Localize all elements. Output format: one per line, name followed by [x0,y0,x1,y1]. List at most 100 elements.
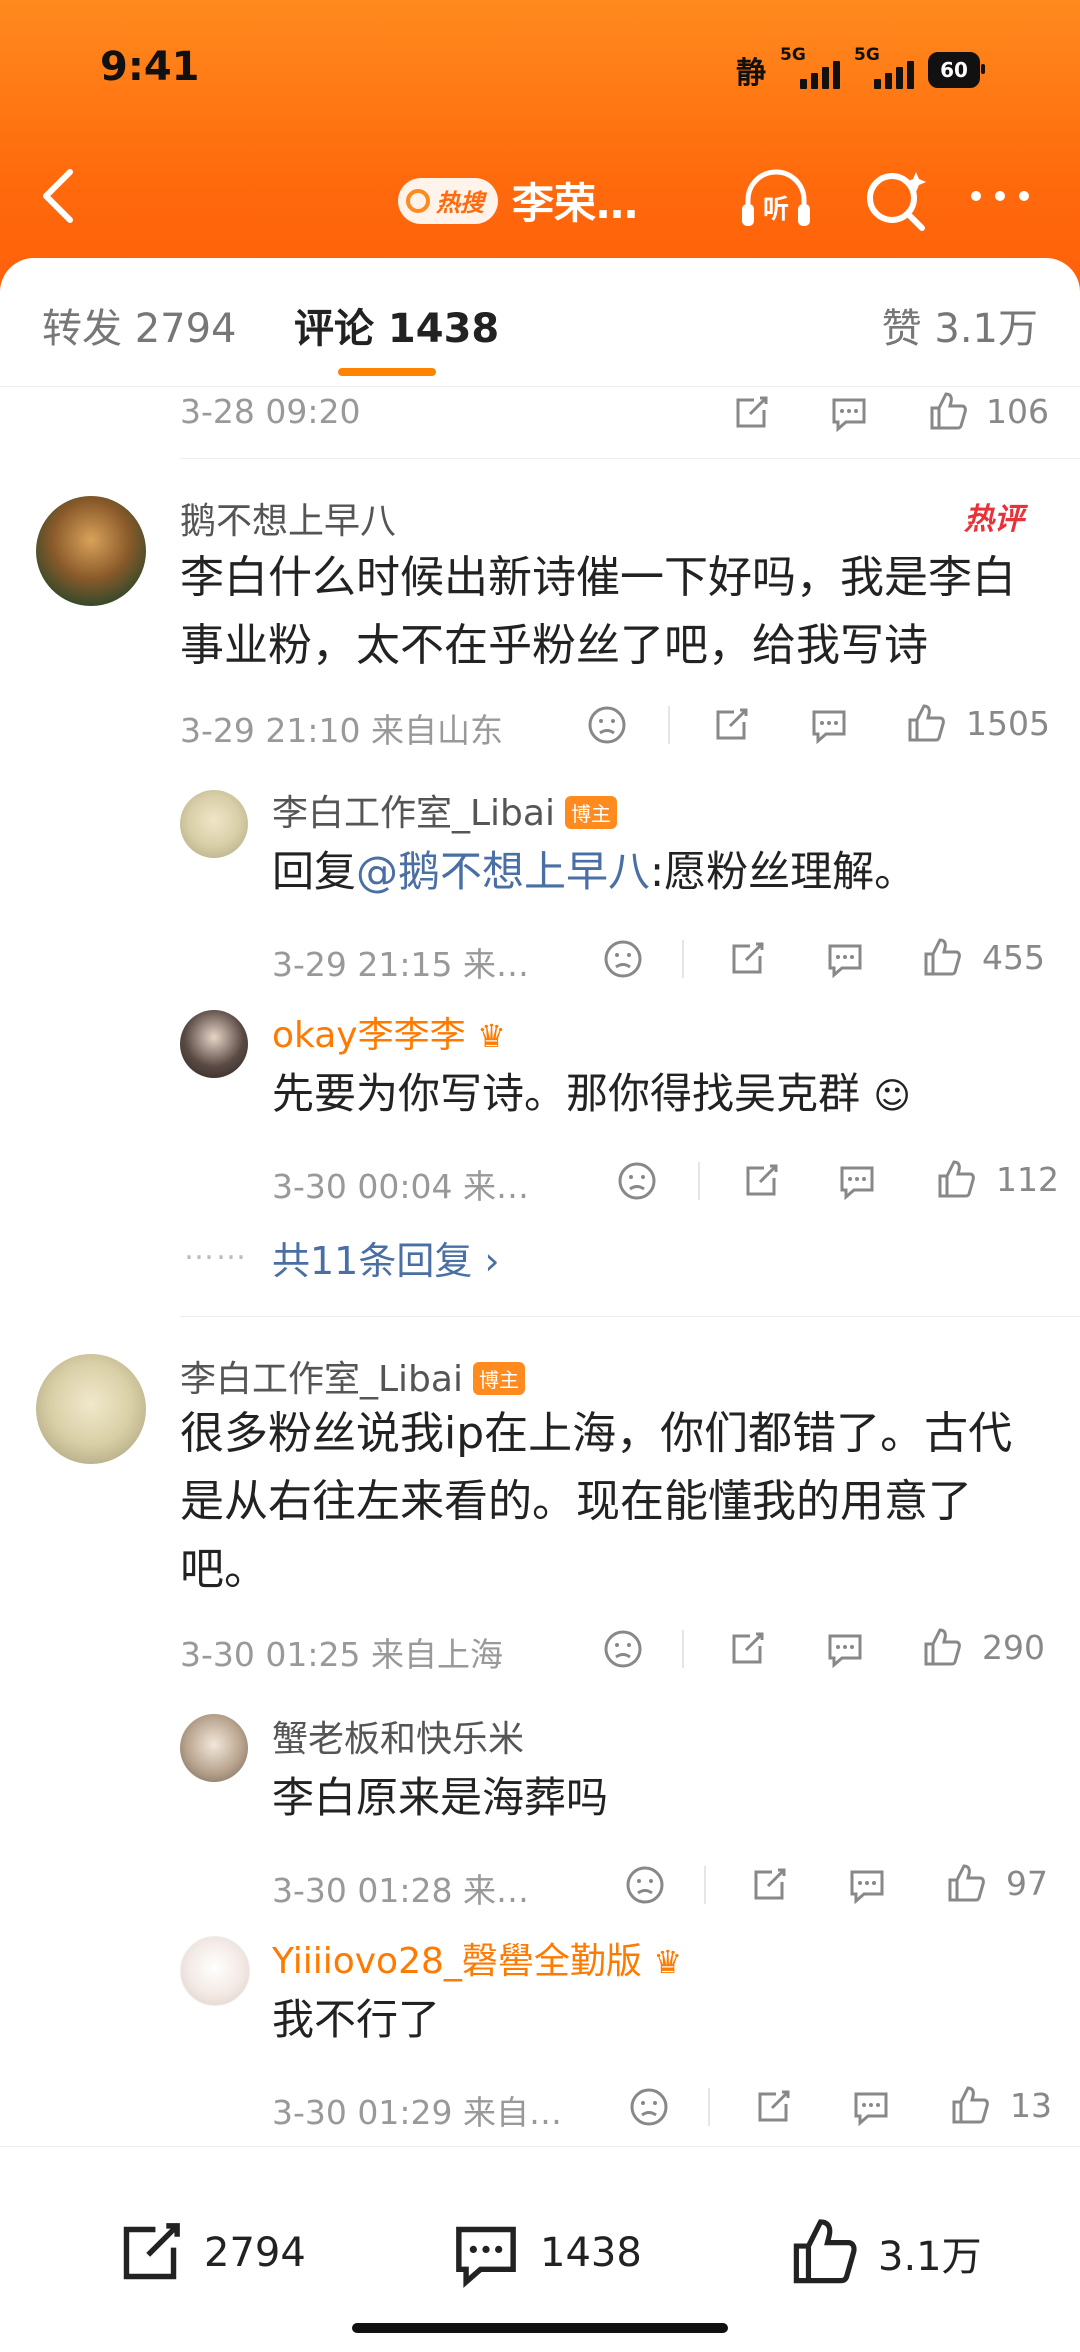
like-count: 455 [982,938,1045,977]
reply-username[interactable]: 蟹老板和快乐米 [272,1710,524,1762]
dislike-face-icon[interactable] [602,1628,644,1670]
comment-time: 3-29 21:10 来自山东 [180,711,503,750]
like-icon[interactable] [944,1862,988,1906]
like-count: 112 [996,1160,1059,1199]
comment-icon[interactable] [846,1864,888,1906]
more-replies-link[interactable]: 共11条回复 › [272,1230,500,1285]
like-button[interactable]: 3.1万 [786,2215,982,2291]
back-arrow-icon[interactable] [38,166,78,226]
avatar[interactable] [180,1936,250,2006]
comment-icon[interactable] [824,938,866,980]
like-icon [793,2219,857,2284]
share-icon [123,2223,180,2280]
share-icon[interactable] [726,938,768,980]
mention-link[interactable]: @鹅不想上早八 [356,847,650,896]
more-dots: …… [184,1232,248,1267]
comment-icon [456,2226,516,2288]
tab-bar: 转发 2794 评论 1438 赞 3.1万 [0,258,1080,387]
divider [180,458,1080,459]
like-count: 106 [986,392,1049,431]
status-icons: 静 5G 5G 60 [736,45,985,92]
separator [708,2088,710,2126]
listen-icon[interactable]: 听 [736,160,816,240]
tab-comments[interactable]: 评论 1438 [294,296,499,354]
more-icon[interactable] [960,160,1040,240]
comment-icon[interactable] [824,1628,866,1670]
like-icon[interactable] [948,2084,992,2128]
like-icon[interactable] [904,702,948,746]
reply-text: 李白原来是海葬吗 [272,1773,609,1822]
tab-likes[interactable]: 赞 3.1万 [882,296,1038,354]
vip-crown-icon: ♛ [477,1017,506,1055]
repost-button[interactable]: 2794 [112,2215,306,2291]
bottom-action-bar: 2794 1438 3.1万 [0,2146,1080,2352]
dislike-face-icon[interactable] [628,2086,670,2128]
reply-time: 3-29 21:15 来… [272,945,529,984]
avatar[interactable] [180,790,248,858]
search-icon [406,188,430,213]
like-count: 3.1万 [878,2234,982,2280]
reply-username[interactable]: Yiiiiovo28_磬嚳全勤版 ♛ [272,1932,682,1984]
comment-icon[interactable] [850,2086,892,2128]
silent-mode-label: 静 [736,56,766,91]
dislike-face-icon[interactable] [586,704,628,746]
dislike-face-icon[interactable] [616,1160,658,1202]
signal-icon-2: 5G [854,45,914,89]
share-icon[interactable] [748,1864,790,1906]
comment-icon[interactable] [808,704,850,746]
like-count: 1505 [966,704,1050,743]
svg-text:听: 听 [763,195,789,225]
reply-time: 3-30 01:28 来… [272,1871,529,1910]
page-title: 李荣… [512,179,639,228]
separator [704,1866,706,1904]
content-sheet: 转发 2794 评论 1438 赞 3.1万 3-28 09:20 106 鹅不… [0,258,1080,2351]
tab-repost[interactable]: 转发 2794 [42,296,237,354]
comment-time: 3-28 09:20 [180,392,361,431]
reply-text: 回复@鹅不想上早八:愿粉丝理解。 [272,847,917,896]
separator [682,940,684,978]
dislike-face-icon[interactable] [624,1864,666,1906]
comment-icon[interactable] [836,1160,878,1202]
comment-icon[interactable] [828,392,870,434]
comment-button[interactable]: 1438 [448,2215,642,2291]
comment-username[interactable]: 李白工作室_Libai 博主 [180,1350,525,1402]
reply-username[interactable]: okay李李李 ♛ [272,1006,506,1058]
dislike-face-icon[interactable] [602,938,644,980]
top-header: 9:41 静 5G 5G 60 热搜 李荣… 听 [0,0,1080,300]
repost-count: 2794 [204,2230,306,2276]
avatar[interactable] [36,496,146,606]
battery-icon: 60 [928,52,985,88]
reply-time: 3-30 00:04 来… [272,1167,529,1206]
comment-username[interactable]: 鹅不想上早八 [180,492,396,544]
share-icon[interactable] [710,704,752,746]
search-icon[interactable] [856,160,936,240]
comment-text: 李白什么时候出新诗催一下好吗，我是李白事业粉，太不在乎粉丝了吧，给我写诗 [180,552,1016,671]
separator [682,1630,684,1668]
reply-username[interactable]: 李白工作室_Libai 博主 [272,784,617,836]
like-icon[interactable] [920,1626,964,1670]
header-title[interactable]: 热搜 李荣… [398,170,638,231]
share-icon[interactable] [726,1628,768,1670]
avatar[interactable] [180,1714,248,1782]
like-icon[interactable] [926,390,970,434]
reply-time: 3-30 01:29 来自… [272,2093,562,2132]
share-icon[interactable] [740,1160,782,1202]
avatar[interactable] [180,1010,248,1078]
comment-count: 1438 [540,2230,642,2276]
active-tab-indicator [338,368,436,376]
status-time: 9:41 [100,44,200,90]
like-icon[interactable] [934,1158,978,1202]
like-icon[interactable] [920,936,964,980]
share-icon[interactable] [752,2086,794,2128]
reply-text: 先要为你写诗。那你得找吴克群 ☺ [272,1069,911,1118]
avatar[interactable] [36,1354,146,1464]
emoji-icon: ☺ [873,1076,911,1117]
share-icon[interactable] [730,392,772,434]
like-count: 290 [982,1628,1045,1667]
home-indicator[interactable] [352,2323,728,2333]
signal-icon: 5G [780,45,840,89]
divider [180,1316,1080,1317]
hot-search-pill[interactable]: 热搜 [398,177,498,224]
hot-comment-tag: 热评 [964,502,1024,537]
like-count: 97 [1006,1864,1048,1903]
